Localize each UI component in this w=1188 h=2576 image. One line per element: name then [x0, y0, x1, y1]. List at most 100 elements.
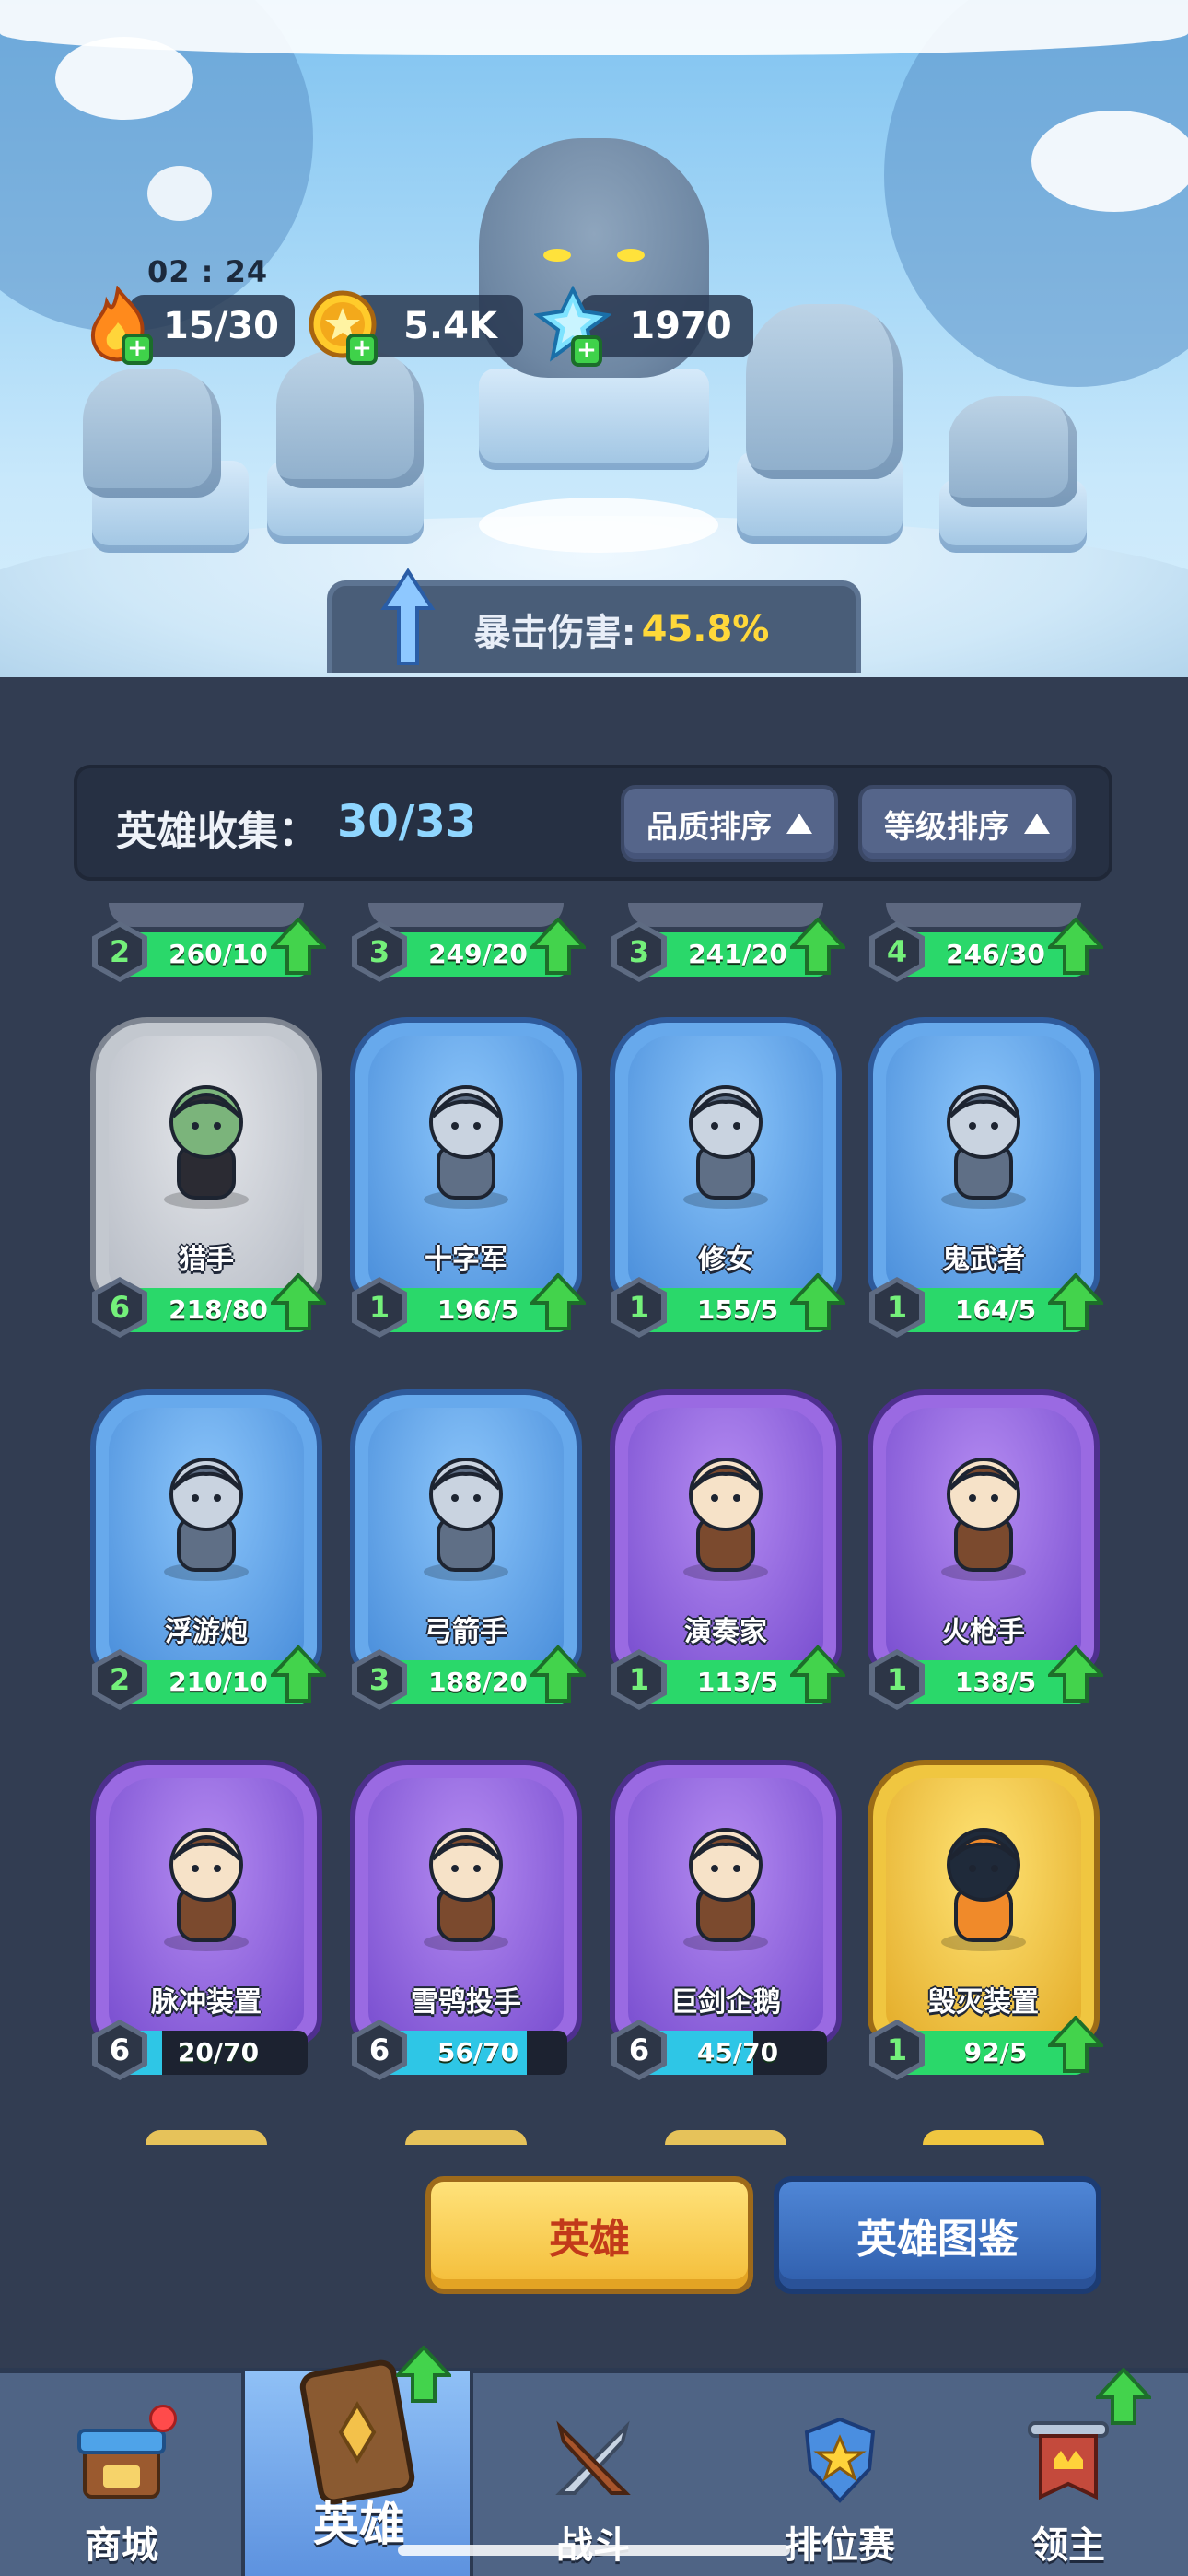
hero-card[interactable]: 浮游炮 210/10 2: [90, 1389, 329, 1723]
level-value: 2: [98, 1655, 142, 1704]
hero-portrait-icon: [683, 1085, 768, 1209]
upgrade-arrow-icon: [1096, 2368, 1151, 2425]
hero-card[interactable]: 十字军 196/5 1: [350, 1017, 588, 1351]
hero-card[interactable]: 火枪手 138/5 1: [868, 1389, 1106, 1723]
upgrade-arrow-icon: [1045, 1272, 1106, 1330]
hero-portrait-icon: [424, 1828, 508, 1951]
hero-card-edge: [146, 2130, 267, 2145]
hero-portrait-icon: [424, 1085, 508, 1209]
hero-card-partial[interactable]: 246/30 4: [868, 903, 1106, 995]
hero-card[interactable]: 演奏家 113/5 1: [610, 1389, 848, 1723]
upgrade-arrow-icon: [268, 1645, 329, 1703]
collection-count: 30/33: [337, 796, 477, 848]
upgrade-arrow-icon: [1045, 1645, 1106, 1703]
hero-card-edge: [923, 2130, 1044, 2145]
triangle-up-icon: [786, 814, 812, 834]
crit-damage-banner: 暴击伤害: 45.8%: [327, 568, 861, 673]
hero-name: 雪鸮投手: [411, 1986, 521, 2019]
hero-portrait-icon: [164, 1085, 249, 1209]
nav-lord[interactable]: 领主: [958, 2368, 1179, 2576]
nav-battle-label: 战斗: [483, 2515, 704, 2569]
gold-coin-icon[interactable]: +: [304, 286, 381, 365]
energy-timer: 02 : 24: [147, 254, 269, 289]
hero-name: 鬼武者: [942, 1244, 1025, 1276]
level-value: 2: [98, 927, 142, 977]
home-indicator: [398, 2545, 790, 2556]
hero-name: 猎手: [179, 1244, 234, 1276]
hero-tab-button[interactable]: 英雄: [425, 2176, 753, 2294]
level-value: 1: [617, 1655, 661, 1704]
hero-card[interactable]: 修女 155/5 1: [610, 1017, 848, 1351]
gold-value: 5.4K: [403, 305, 497, 347]
upgrade-arrow-icon: [787, 1645, 848, 1703]
hero-card[interactable]: 巨剑企鹅 45/70 6: [610, 1760, 842, 2093]
hero-name: 火枪手: [942, 1616, 1025, 1648]
hero-name: 弓箭手: [425, 1616, 507, 1648]
ice-crystal-icon[interactable]: +: [534, 286, 611, 367]
hero-portrait-icon: [683, 1828, 768, 1951]
arrow-up-icon: [380, 568, 436, 665]
level-value: 3: [357, 927, 402, 977]
level-value: 6: [98, 2025, 142, 2075]
level-value: 6: [98, 1282, 142, 1332]
sort-level-label: 等级排序: [884, 808, 1009, 846]
level-value: 1: [875, 2025, 919, 2075]
hero-name: 巨剑企鹅: [670, 1986, 781, 2019]
hero-name: 脉冲装置: [151, 1986, 262, 2019]
level-value: 3: [357, 1655, 402, 1704]
hero-name: 修女: [698, 1244, 753, 1276]
ranked-icon: [804, 2417, 876, 2503]
level-value: 6: [357, 2025, 402, 2075]
hero-tab-label: 英雄: [549, 2216, 630, 2263]
hero-card-partial[interactable]: 260/10 2: [90, 903, 329, 995]
hero-portrait-icon: [164, 1458, 249, 1581]
hero-name: 十字军: [425, 1244, 507, 1276]
triangle-up-icon: [1024, 814, 1050, 834]
hero-name: 毁灭装置: [928, 1986, 1039, 2019]
sort-level-button[interactable]: 等级排序: [858, 785, 1076, 862]
hero-portrait-icon: [424, 1458, 508, 1581]
hero-card-partial[interactable]: 241/20 3: [610, 903, 848, 995]
level-value: 1: [617, 1282, 661, 1332]
level-value: 1: [875, 1655, 919, 1704]
upgrade-arrow-icon: [268, 1272, 329, 1330]
hero-name: 演奏家: [684, 1616, 767, 1648]
level-value: 1: [357, 1282, 402, 1332]
energy-value: 15/30: [163, 305, 279, 347]
upgrade-arrow-icon: [528, 1272, 588, 1330]
battle-icon: [555, 2420, 631, 2495]
nav-shop[interactable]: 商城: [11, 2395, 232, 2576]
nav-ranked-label: 排位赛: [785, 2524, 895, 2567]
gem-value: 1970: [629, 305, 732, 347]
hero-portrait-icon: [941, 1828, 1026, 1951]
upgrade-arrow-icon: [787, 1272, 848, 1330]
upgrade-arrow-icon: [1045, 917, 1106, 975]
nav-lord-label: 领主: [1031, 2524, 1105, 2567]
hero-portrait-icon: [683, 1458, 768, 1581]
collection-title: 英雄收集：: [116, 808, 319, 855]
collection-header: 英雄收集： 30/33 品质排序 等级排序: [74, 765, 1112, 881]
hero-codex-label: 英雄图鉴: [856, 2216, 1019, 2263]
hero-card[interactable]: 猎手 218/80 6: [90, 1017, 329, 1351]
level-value: 1: [875, 1282, 919, 1332]
level-value: 6: [617, 2025, 661, 2075]
energy-icon[interactable]: +: [79, 286, 157, 365]
hero-portrait-icon: [941, 1085, 1026, 1209]
level-value: 4: [875, 927, 919, 977]
hero-card[interactable]: 脉冲装置 20/70 6: [90, 1760, 322, 2093]
sort-quality-button[interactable]: 品质排序: [621, 785, 838, 862]
hero-card[interactable]: 鬼武者 164/5 1: [868, 1017, 1106, 1351]
crit-damage-value: 45.8%: [641, 608, 770, 650]
hero-card[interactable]: 雪鸮投手 56/70 6: [350, 1760, 582, 2093]
hero-card[interactable]: 弓箭手 188/20 3: [350, 1389, 588, 1723]
hero-codex-button[interactable]: 英雄图鉴: [774, 2176, 1101, 2294]
upgrade-arrow-icon: [396, 2346, 451, 2403]
hero-name: 浮游炮: [165, 1616, 248, 1648]
hero-card[interactable]: 毁灭装置 92/5 1: [868, 1760, 1106, 2093]
level-value: 3: [617, 927, 661, 977]
hero-card-partial[interactable]: 249/20 3: [350, 903, 588, 995]
lord-icon: [1028, 2421, 1109, 2500]
upgrade-arrow-icon: [528, 1645, 588, 1703]
upgrade-arrow-icon: [1045, 2015, 1106, 2073]
sort-quality-label: 品质排序: [646, 808, 772, 846]
